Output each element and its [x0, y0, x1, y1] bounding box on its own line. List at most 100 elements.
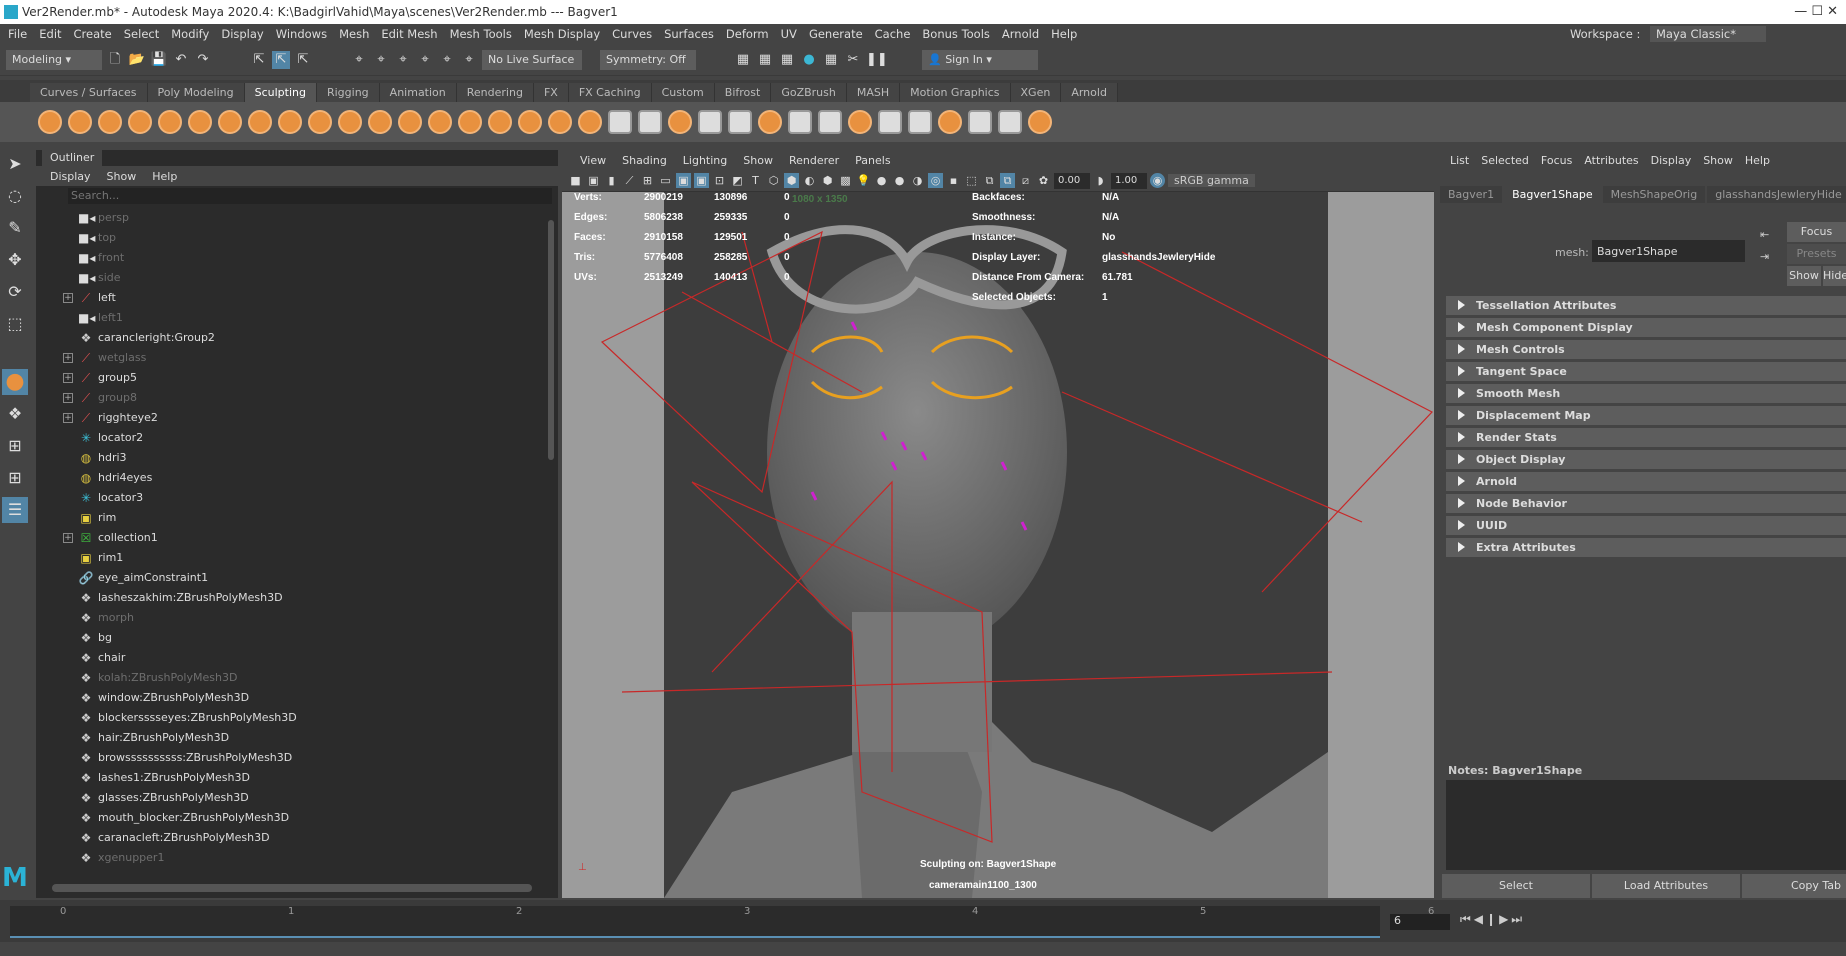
ae-section-arnold[interactable]: Arnold: [1446, 472, 1846, 491]
color-management-icon[interactable]: ◉: [1150, 173, 1165, 188]
exposure-icon[interactable]: ✿: [1036, 173, 1051, 188]
select-hierarchy-icon[interactable]: ⇱: [250, 51, 268, 69]
workspace-value[interactable]: Maya Classic*: [1649, 26, 1766, 42]
sculpt-brush-icon[interactable]: [608, 110, 632, 134]
camera-attributes-icon[interactable]: ▣: [586, 173, 601, 188]
sculpt-brush-icon[interactable]: [908, 110, 932, 134]
film-gate-icon[interactable]: ▭: [658, 173, 673, 188]
ae-section-extra-attributes[interactable]: Extra Attributes: [1446, 538, 1846, 557]
shelf-tab-gozbrush[interactable]: GoZBrush: [771, 83, 847, 102]
menu-cache[interactable]: Cache: [869, 27, 917, 41]
shelf-tab-fx-caching[interactable]: FX Caching: [568, 83, 652, 102]
outliner-item[interactable]: ✳ locator2: [36, 428, 546, 448]
viewport-menu-panels[interactable]: Panels: [847, 154, 898, 167]
paint-select-icon[interactable]: ✎: [2, 215, 28, 241]
menu-mesh[interactable]: Mesh: [333, 27, 375, 41]
select-object-icon[interactable]: ⇱: [272, 50, 290, 69]
xray-icon[interactable]: ⧉: [982, 173, 997, 188]
camera-select-icon[interactable]: ■: [568, 173, 583, 188]
snap-surface-icon[interactable]: ⌖: [438, 51, 456, 69]
outliner-item[interactable]: ■◂ left1: [36, 308, 546, 328]
shelf-tab-xgen[interactable]: XGen: [1010, 83, 1062, 102]
ae-section-mesh-controls[interactable]: Mesh Controls: [1446, 340, 1846, 359]
outliner-menu-help[interactable]: Help: [144, 170, 185, 183]
render-settings-icon[interactable]: ▦: [778, 51, 796, 69]
shelf-tab-animation[interactable]: Animation: [379, 83, 457, 102]
render-current-icon[interactable]: ▦: [734, 51, 752, 69]
ae-section-node-behavior[interactable]: Node Behavior: [1446, 494, 1846, 513]
wireframe-on-shaded-icon[interactable]: ⬢: [820, 173, 835, 188]
safe-action-icon[interactable]: ◩: [730, 173, 745, 188]
menu-curves[interactable]: Curves: [606, 27, 658, 41]
outliner-item[interactable]: ❖ glasses:ZBrushPolyMesh3D: [36, 788, 546, 808]
menu-modify[interactable]: Modify: [165, 27, 215, 41]
shelf-tab-sculpting[interactable]: Sculpting: [244, 83, 317, 102]
outliner-menu-display[interactable]: Display: [42, 170, 99, 183]
outliner-item[interactable]: + ⟋ left: [36, 288, 546, 308]
outliner-item[interactable]: ❖ kolah:ZBrushPolyMesh3D: [36, 668, 546, 688]
window-controls[interactable]: — ☐ ✕: [1794, 0, 1838, 24]
menu-file[interactable]: File: [2, 27, 33, 41]
ae-tab[interactable]: glasshandsJewleryHide: [1707, 186, 1846, 203]
shelf-tab-fx[interactable]: FX: [533, 83, 569, 102]
menu-set-dropdown[interactable]: Modeling ▾: [6, 49, 102, 70]
range-slider[interactable]: [0, 942, 1846, 956]
outliner-item[interactable]: ❖ xgenupper1: [36, 848, 546, 868]
sculpt-brush-icon[interactable]: [188, 110, 212, 134]
outliner-tab[interactable]: Outliner: [42, 150, 103, 166]
expand-icon[interactable]: +: [63, 373, 73, 383]
outliner-item[interactable]: + ⟋ group5: [36, 368, 546, 388]
outliner-item[interactable]: ❖ chair: [36, 648, 546, 668]
outliner-item[interactable]: ❖ hair:ZBrushPolyMesh3D: [36, 728, 546, 748]
shelf-tab-curves-surfaces[interactable]: Curves / Surfaces: [30, 83, 148, 102]
sculpt-brush-icon[interactable]: [398, 110, 422, 134]
playback-controls[interactable]: ⏮◀❙▶⏭: [1460, 912, 1525, 927]
lasso-tool-icon[interactable]: ◌: [2, 183, 28, 209]
snap-point-icon[interactable]: ⌖: [394, 51, 412, 69]
xray-active-icon[interactable]: ⧄: [1018, 173, 1033, 188]
shelf-tab-mash[interactable]: MASH: [846, 83, 901, 102]
outliner-item[interactable]: + ⟋ wetglass: [36, 348, 546, 368]
notes-textarea[interactable]: [1446, 780, 1846, 870]
menu-mesh-display[interactable]: Mesh Display: [518, 27, 606, 41]
ae-button-copy-tab[interactable]: Copy Tab: [1742, 874, 1846, 898]
viewport-menu-renderer[interactable]: Renderer: [781, 154, 847, 167]
ae-section-uuid[interactable]: UUID: [1446, 516, 1846, 535]
outliner-item[interactable]: ❖ blockersssseyes:ZBrushPolyMesh3D: [36, 708, 546, 728]
wireframe-icon[interactable]: ⬡: [766, 173, 781, 188]
outliner-search-input[interactable]: [68, 188, 552, 204]
viewport-canvas[interactable]: 1080 x 1350 Verts: 2900219 130896 0 Edges: 58…: [562, 192, 1434, 898]
outliner-vertical-scrollbar[interactable]: [548, 220, 554, 460]
ae-tab[interactable]: MeshShapeOrig: [1602, 186, 1706, 203]
sculpt-brush-icon[interactable]: [38, 110, 62, 134]
smooth-shade-icon[interactable]: ⬢: [784, 173, 799, 188]
ae-section-render-stats[interactable]: Render Stats: [1446, 428, 1846, 447]
redo-icon[interactable]: ↷: [194, 51, 212, 69]
gamma-icon[interactable]: ◗: [1093, 173, 1108, 188]
ae-section-tangent-space[interactable]: Tangent Space: [1446, 362, 1846, 381]
sculpt-brush-icon[interactable]: [548, 110, 572, 134]
sculpt-brush-icon[interactable]: [98, 110, 122, 134]
move-tool-icon[interactable]: ✥: [2, 247, 28, 273]
depth-of-field-icon[interactable]: ▪: [946, 173, 961, 188]
menu-deform[interactable]: Deform: [720, 27, 775, 41]
ae-tab[interactable]: Bagver1: [1440, 186, 1503, 203]
shadows-icon[interactable]: ●: [874, 173, 889, 188]
sculpt-brush-icon[interactable]: [638, 110, 662, 134]
resolution-gate-icon[interactable]: ▣: [676, 173, 691, 188]
sculpt-brush-icon[interactable]: [278, 110, 302, 134]
xray-joints-icon[interactable]: ⧉: [1000, 173, 1015, 188]
shelf-tab-motion-graphics[interactable]: Motion Graphics: [900, 83, 1011, 102]
ae-button-select[interactable]: Select: [1442, 874, 1590, 898]
snap-curve-icon[interactable]: ⌖: [372, 51, 390, 69]
ae-tab[interactable]: Bagver1Shape: [1504, 186, 1601, 203]
sculpt-brush-icon[interactable]: [698, 110, 722, 134]
outliner-layout-icon[interactable]: ☰: [2, 497, 28, 523]
menu-display[interactable]: Display: [215, 27, 269, 41]
outliner-item[interactable]: + ⟋ rigghteye2: [36, 408, 546, 428]
select-tool-icon[interactable]: ➤: [2, 151, 28, 177]
pause-icon[interactable]: ❚❚: [866, 51, 888, 69]
viewport-menu-shading[interactable]: Shading: [614, 154, 675, 167]
outliner-item[interactable]: ▣ rim1: [36, 548, 546, 568]
gamma-field[interactable]: 1.00: [1111, 172, 1147, 189]
